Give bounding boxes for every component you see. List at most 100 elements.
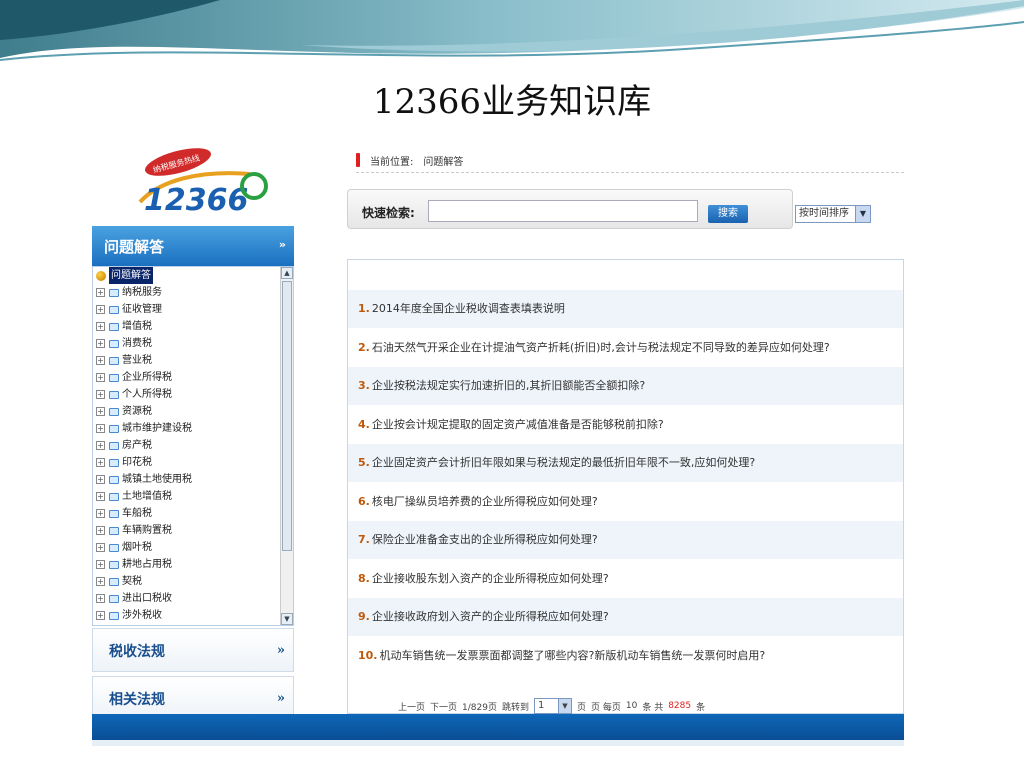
result-link[interactable]: 石油天然气开采企业在计提油气资产折耗(折旧)时,会计与税法规定不同导致的差异应如…	[372, 341, 830, 354]
category-tree[interactable]: 问题解答 + 纳税服务 + 征收管理 + 增值税 + 消费税 + 营业税 + 企业所得税 + 个人所得税 +…	[92, 266, 294, 626]
expand-plus-icon[interactable]: +	[96, 441, 105, 450]
tree-item[interactable]: + 耕地占用税	[93, 556, 281, 573]
expand-plus-icon[interactable]: +	[96, 288, 105, 297]
page-suffix: 页	[576, 702, 586, 713]
result-row[interactable]: 7. 保险企业准备金支出的企业所得税应如何处理?	[348, 521, 903, 559]
expand-plus-icon[interactable]: +	[96, 509, 105, 518]
tree-item[interactable]: + 契税	[93, 573, 281, 590]
tree-item-label: 印花税	[122, 457, 152, 468]
expand-plus-icon[interactable]: +	[96, 390, 105, 399]
result-row[interactable]: 5. 企业固定资产会计折旧年限如果与税法规定的最低折旧年限不一致,应如何处理?	[348, 444, 903, 482]
tree-item[interactable]: + 增值税	[93, 318, 281, 335]
chevron-down-icon: ▼	[855, 206, 870, 222]
expand-plus-icon[interactable]: +	[96, 305, 105, 314]
result-row[interactable]: 9. 企业接收政府划入资产的企业所得税应如何处理?	[348, 598, 903, 636]
expand-plus-icon[interactable]: +	[96, 373, 105, 382]
next-page-link[interactable]: 下一页	[430, 700, 457, 713]
tree-item-label: 营业税	[122, 355, 152, 366]
scroll-thumb[interactable]	[282, 281, 292, 551]
result-row[interactable]: 1. 2014年度全国企业税收调查表填表说明	[348, 290, 903, 328]
result-link[interactable]: 企业固定资产会计折旧年限如果与税法规定的最低折旧年限不一致,应如何处理?	[372, 456, 755, 469]
quick-search-bar: 快速检索: 搜索	[347, 189, 793, 229]
result-row[interactable]: 6. 核电厂操纵员培养费的企业所得税应如何处理?	[348, 483, 903, 521]
page-select[interactable]: 1 ▼	[533, 698, 572, 714]
tree-item[interactable]: + 车辆购置税	[93, 522, 281, 539]
result-row[interactable]: 2. 石油天然气开采企业在计提油气资产折耗(折旧)时,会计与税法规定不同导致的差异…	[348, 329, 903, 367]
chevron-double-down-icon: »	[278, 238, 286, 251]
expand-plus-icon[interactable]: +	[96, 339, 105, 348]
result-link[interactable]: 核电厂操纵员培养费的企业所得税应如何处理?	[372, 495, 598, 508]
tree-root-label: 问题解答	[109, 267, 153, 284]
tree-item[interactable]: + 企业所得税	[93, 369, 281, 386]
folder-icon	[109, 441, 119, 450]
expand-plus-icon[interactable]: +	[96, 424, 105, 433]
expand-plus-icon[interactable]: +	[96, 543, 105, 552]
breadcrumb-label: 当前位置:	[370, 156, 414, 168]
tree-item[interactable]: + 纳税服务	[93, 284, 281, 301]
expand-plus-icon[interactable]: +	[96, 526, 105, 535]
tree-item[interactable]: + 房产税	[93, 437, 281, 454]
search-input[interactable]	[428, 200, 698, 222]
footer-bar	[92, 714, 904, 740]
tree-item[interactable]: + 个人所得税	[93, 386, 281, 403]
tree-item-label: 烟叶税	[122, 542, 152, 553]
folder-icon	[109, 288, 119, 297]
expand-plus-icon[interactable]: +	[96, 594, 105, 603]
result-link[interactable]: 企业按会计规定提取的固定资产减值准备是否能够税前扣除?	[372, 418, 664, 431]
expand-plus-icon[interactable]: +	[96, 577, 105, 586]
search-button[interactable]: 搜索	[708, 205, 748, 223]
result-row[interactable]: 10. 机动车销售统一发票票面都调整了哪些内容?新版机动车销售统一发票何时启用?	[348, 637, 903, 675]
expand-plus-icon[interactable]: +	[96, 611, 105, 620]
tree-scrollbar[interactable]: ▲ ▼	[280, 267, 293, 625]
expand-plus-icon[interactable]: +	[96, 492, 105, 501]
tree-item[interactable]: + 营业税	[93, 352, 281, 369]
result-link[interactable]: 保险企业准备金支出的企业所得税应如何处理?	[372, 533, 598, 546]
tree-item[interactable]: + 城镇土地使用税	[93, 471, 281, 488]
expand-plus-icon[interactable]: +	[96, 475, 105, 484]
expand-plus-icon[interactable]: +	[96, 322, 105, 331]
tree-item[interactable]: + 印花税	[93, 454, 281, 471]
expand-plus-icon[interactable]: +	[96, 560, 105, 569]
tree-item[interactable]: + 城市维护建设税	[93, 420, 281, 437]
result-link[interactable]: 企业接收政府划入资产的企业所得税应如何处理?	[372, 610, 609, 623]
result-link[interactable]: 企业接收股东划入资产的企业所得税应如何处理?	[372, 572, 609, 585]
result-row[interactable]: 4. 企业按会计规定提取的固定资产减值准备是否能够税前扣除?	[348, 406, 903, 444]
tree-item-label: 个人所得税	[122, 389, 172, 400]
scroll-down-icon[interactable]: ▼	[281, 613, 293, 625]
sort-select[interactable]: 按时间排序 ▼	[795, 205, 871, 223]
result-link[interactable]: 机动车销售统一发票票面都调整了哪些内容?新版机动车销售统一发票何时启用?	[380, 649, 766, 662]
tree-item[interactable]: + 消费税	[93, 335, 281, 352]
tree-root[interactable]: 问题解答	[93, 267, 281, 284]
tree-item[interactable]: + 涉外税收	[93, 607, 281, 624]
tree-item-label: 涉外税收	[122, 610, 162, 621]
breadcrumb: 当前位置: 问题解答	[356, 148, 904, 173]
tree-item-label: 城镇土地使用税	[122, 474, 192, 485]
folder-icon	[109, 509, 119, 518]
tree-item[interactable]: + 资源税	[93, 403, 281, 420]
expand-plus-icon[interactable]: +	[96, 458, 105, 467]
tree-item-label: 土地增值税	[122, 491, 172, 502]
breadcrumb-current[interactable]: 问题解答	[423, 153, 463, 168]
sidebar-section-tax-law[interactable]: 税收法规 »	[92, 628, 294, 672]
results-panel: 1. 2014年度全国企业税收调查表填表说明 2. 石油天然气开采企业在计提油气资产折…	[347, 259, 904, 714]
total-prefix: 条 共	[642, 702, 664, 713]
sidebar-header-faq[interactable]: 问题解答 »	[92, 226, 294, 266]
tree-item[interactable]: + 烟叶税	[93, 539, 281, 556]
prev-page-link[interactable]: 上一页	[398, 700, 425, 713]
result-row[interactable]: 8. 企业接收股东划入资产的企业所得税应如何处理?	[348, 560, 903, 598]
result-link[interactable]: 企业按税法规定实行加速折旧的,其折旧额能否全额扣除?	[372, 379, 645, 392]
tree-item[interactable]: + 车船税	[93, 505, 281, 522]
expand-plus-icon[interactable]: +	[96, 356, 105, 365]
sidebar-section-label: 相关法规	[109, 692, 165, 708]
tree-item[interactable]: + 进出口税收	[93, 590, 281, 607]
page-select-value: 1	[537, 700, 545, 711]
tree-item-label: 纳税服务	[122, 287, 162, 298]
sidebar-section-label: 税收法规	[109, 644, 165, 660]
page-info: 1/829页	[462, 702, 497, 713]
result-row[interactable]: 3. 企业按税法规定实行加速折旧的,其折旧额能否全额扣除?	[348, 367, 903, 405]
scroll-up-icon[interactable]: ▲	[281, 267, 293, 279]
result-link[interactable]: 2014年度全国企业税收调查表填表说明	[372, 302, 565, 315]
tree-item[interactable]: + 土地增值税	[93, 488, 281, 505]
tree-item[interactable]: + 征收管理	[93, 301, 281, 318]
expand-plus-icon[interactable]: +	[96, 407, 105, 416]
